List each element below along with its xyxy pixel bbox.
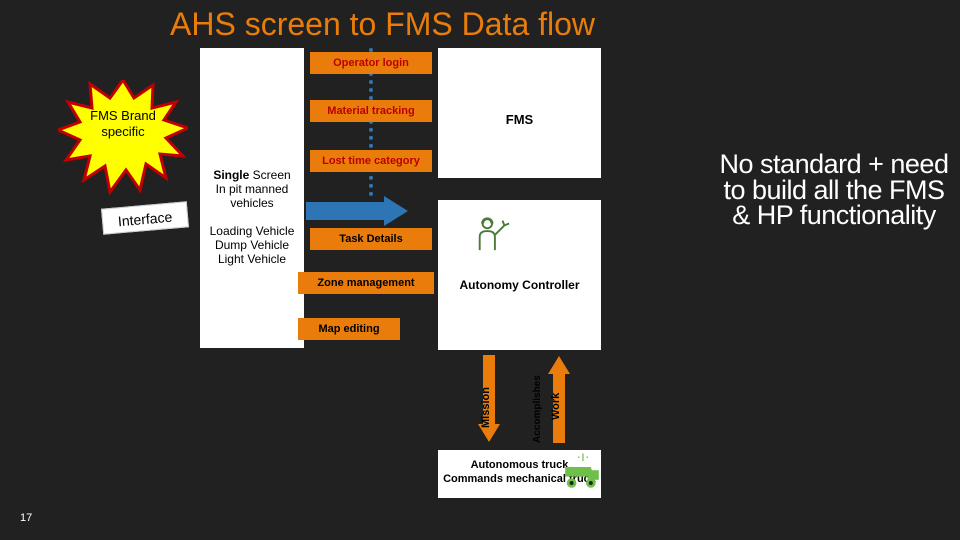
- autonomy-controller-panel: Autonomy Controller: [438, 200, 601, 350]
- manned-vehicles-panel: Single Screen In pit manned vehicles Loa…: [200, 48, 304, 348]
- pill-operator-login: Operator login: [310, 52, 432, 74]
- pill-task-details: Task Details: [310, 228, 432, 250]
- mission-label: Mission: [480, 368, 492, 428]
- work-label: Work: [550, 380, 562, 420]
- single-bold: Single: [213, 168, 249, 182]
- burst-line2: specific: [58, 124, 188, 140]
- callout-text: No standard + need to build all the FMS …: [714, 152, 954, 229]
- vehicles-line: vehicles: [200, 196, 304, 210]
- light-vehicle-line: Light Vehicle: [200, 252, 304, 266]
- worker-icon: [474, 214, 512, 252]
- pill-map-editing: Map editing: [298, 318, 400, 340]
- burst-text: FMS Brand specific: [58, 108, 188, 139]
- pill-zone-mgmt: Zone management: [298, 272, 434, 294]
- pill-material-tracking: Material tracking: [310, 100, 432, 122]
- pill-lost-time: Lost time category: [310, 150, 432, 172]
- truck-icon: [562, 455, 602, 495]
- inpit-line: In pit manned: [200, 182, 304, 196]
- loading-vehicle-line: Loading Vehicle: [200, 224, 304, 238]
- page-number: 17: [20, 512, 32, 524]
- slide-title: AHS screen to FMS Data flow: [170, 6, 595, 43]
- fms-panel: FMS: [438, 48, 601, 178]
- burst-line1: FMS Brand: [58, 108, 188, 124]
- screen-rest: Screen: [249, 168, 290, 182]
- autonomy-label: Autonomy Controller: [438, 278, 601, 292]
- fms-label: FMS: [438, 112, 601, 127]
- spacer: [200, 210, 304, 224]
- accomplishes-label: Accomplishes: [532, 358, 543, 443]
- interface-label: Interface: [101, 201, 189, 234]
- dump-vehicle-line: Dump Vehicle: [200, 238, 304, 252]
- single-screen-label: Single Screen: [200, 168, 304, 182]
- interface-arrow-icon: [306, 196, 406, 226]
- brand-specific-burst: FMS Brand specific: [58, 80, 188, 200]
